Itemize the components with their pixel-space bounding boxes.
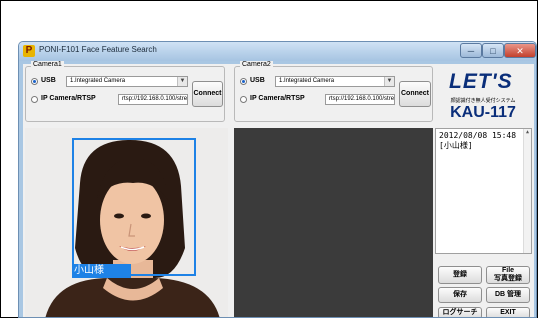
scroll-up-icon[interactable]: ▲ [524,129,531,136]
camera2-device-value: 1.Integrated Camera [279,78,335,84]
log-search-button[interactable]: ログサーチ [438,307,482,317]
file-register-label-bottom: 写真登録 [494,275,522,282]
camera1-ip-label: IP Camera/RTSP [41,95,96,102]
logo-subtitle: 顔認識付き無人受付システム [450,98,516,104]
file-register-label-top: File [501,267,515,274]
camera2-ip-label: IP Camera/RTSP [250,95,305,102]
camera2-ip-radio[interactable] [240,96,247,103]
client-area: Camera1 USB 1.Integrated Camera ▼ IP Cam… [23,61,534,317]
window-title: PONI-F101 Face Feature Search [39,45,157,54]
camera2-device-select[interactable]: 1.Integrated Camera ▼ [275,76,395,87]
register-button[interactable]: 登録 [438,266,482,284]
camera2-connect-button[interactable]: Connect [399,81,431,107]
app-window: P PONI-F101 Face Feature Search ─ □ ✕ Ca… [18,41,537,318]
recognition-log[interactable]: 2012/08/08 15:48 [小山様] ▲ [435,128,532,254]
file-register-button[interactable]: File 写真登録 [486,266,530,284]
log-scrollbar[interactable]: ▲ [523,129,531,253]
face-detection-box [72,138,196,276]
camera2-video-view [234,128,433,317]
camera2-usb-radio[interactable] [240,78,247,85]
camera2-group: Camera2 USB 1.Integrated Camera ▼ IP Cam… [234,61,433,122]
app-icon: P [23,45,35,57]
camera2-usb-label: USB [250,77,265,84]
log-line: [小山様] [439,141,473,150]
logo-model: KAU-117 [450,104,516,121]
face-name-label: 小山様 [72,264,131,278]
chevron-down-icon[interactable]: ▼ [177,77,187,86]
camera1-rtsp-input[interactable]: rtsp://192.168.0.100/stre [118,94,188,105]
camera1-device-select[interactable]: 1.Integrated Camera ▼ [66,76,188,87]
camera1-group-label: Camera1 [31,61,64,68]
camera1-group: Camera1 USB 1.Integrated Camera ▼ IP Cam… [25,61,225,122]
camera1-connect-button[interactable]: Connect [192,81,223,107]
exit-button[interactable]: EXIT [486,307,530,317]
log-line: 2012/08/08 15:48 [439,131,517,140]
camera1-video-view: 小山様 [25,128,228,317]
camera1-ip-radio[interactable] [31,96,38,103]
camera1-usb-label: USB [41,77,56,84]
brand-logo: LET'S 顔認識付き無人受付システム KAU-117 [437,70,529,126]
camera2-group-label: Camera2 [240,61,273,68]
minimize-button[interactable]: ─ [460,43,482,58]
logo-brand: LET'S [449,70,513,93]
maximize-button[interactable]: □ [482,43,504,58]
camera2-rtsp-input[interactable]: rtsp://192.168.0.100/stre [325,94,395,105]
close-button[interactable]: ✕ [504,43,536,58]
chevron-down-icon[interactable]: ▼ [384,77,394,86]
title-bar[interactable]: P PONI-F101 Face Feature Search ─ □ ✕ [19,42,536,61]
db-manage-button[interactable]: DB 管理 [486,287,530,303]
camera1-usb-radio[interactable] [31,78,38,85]
camera1-device-value: 1.Integrated Camera [70,78,126,84]
save-button[interactable]: 保存 [438,287,482,303]
